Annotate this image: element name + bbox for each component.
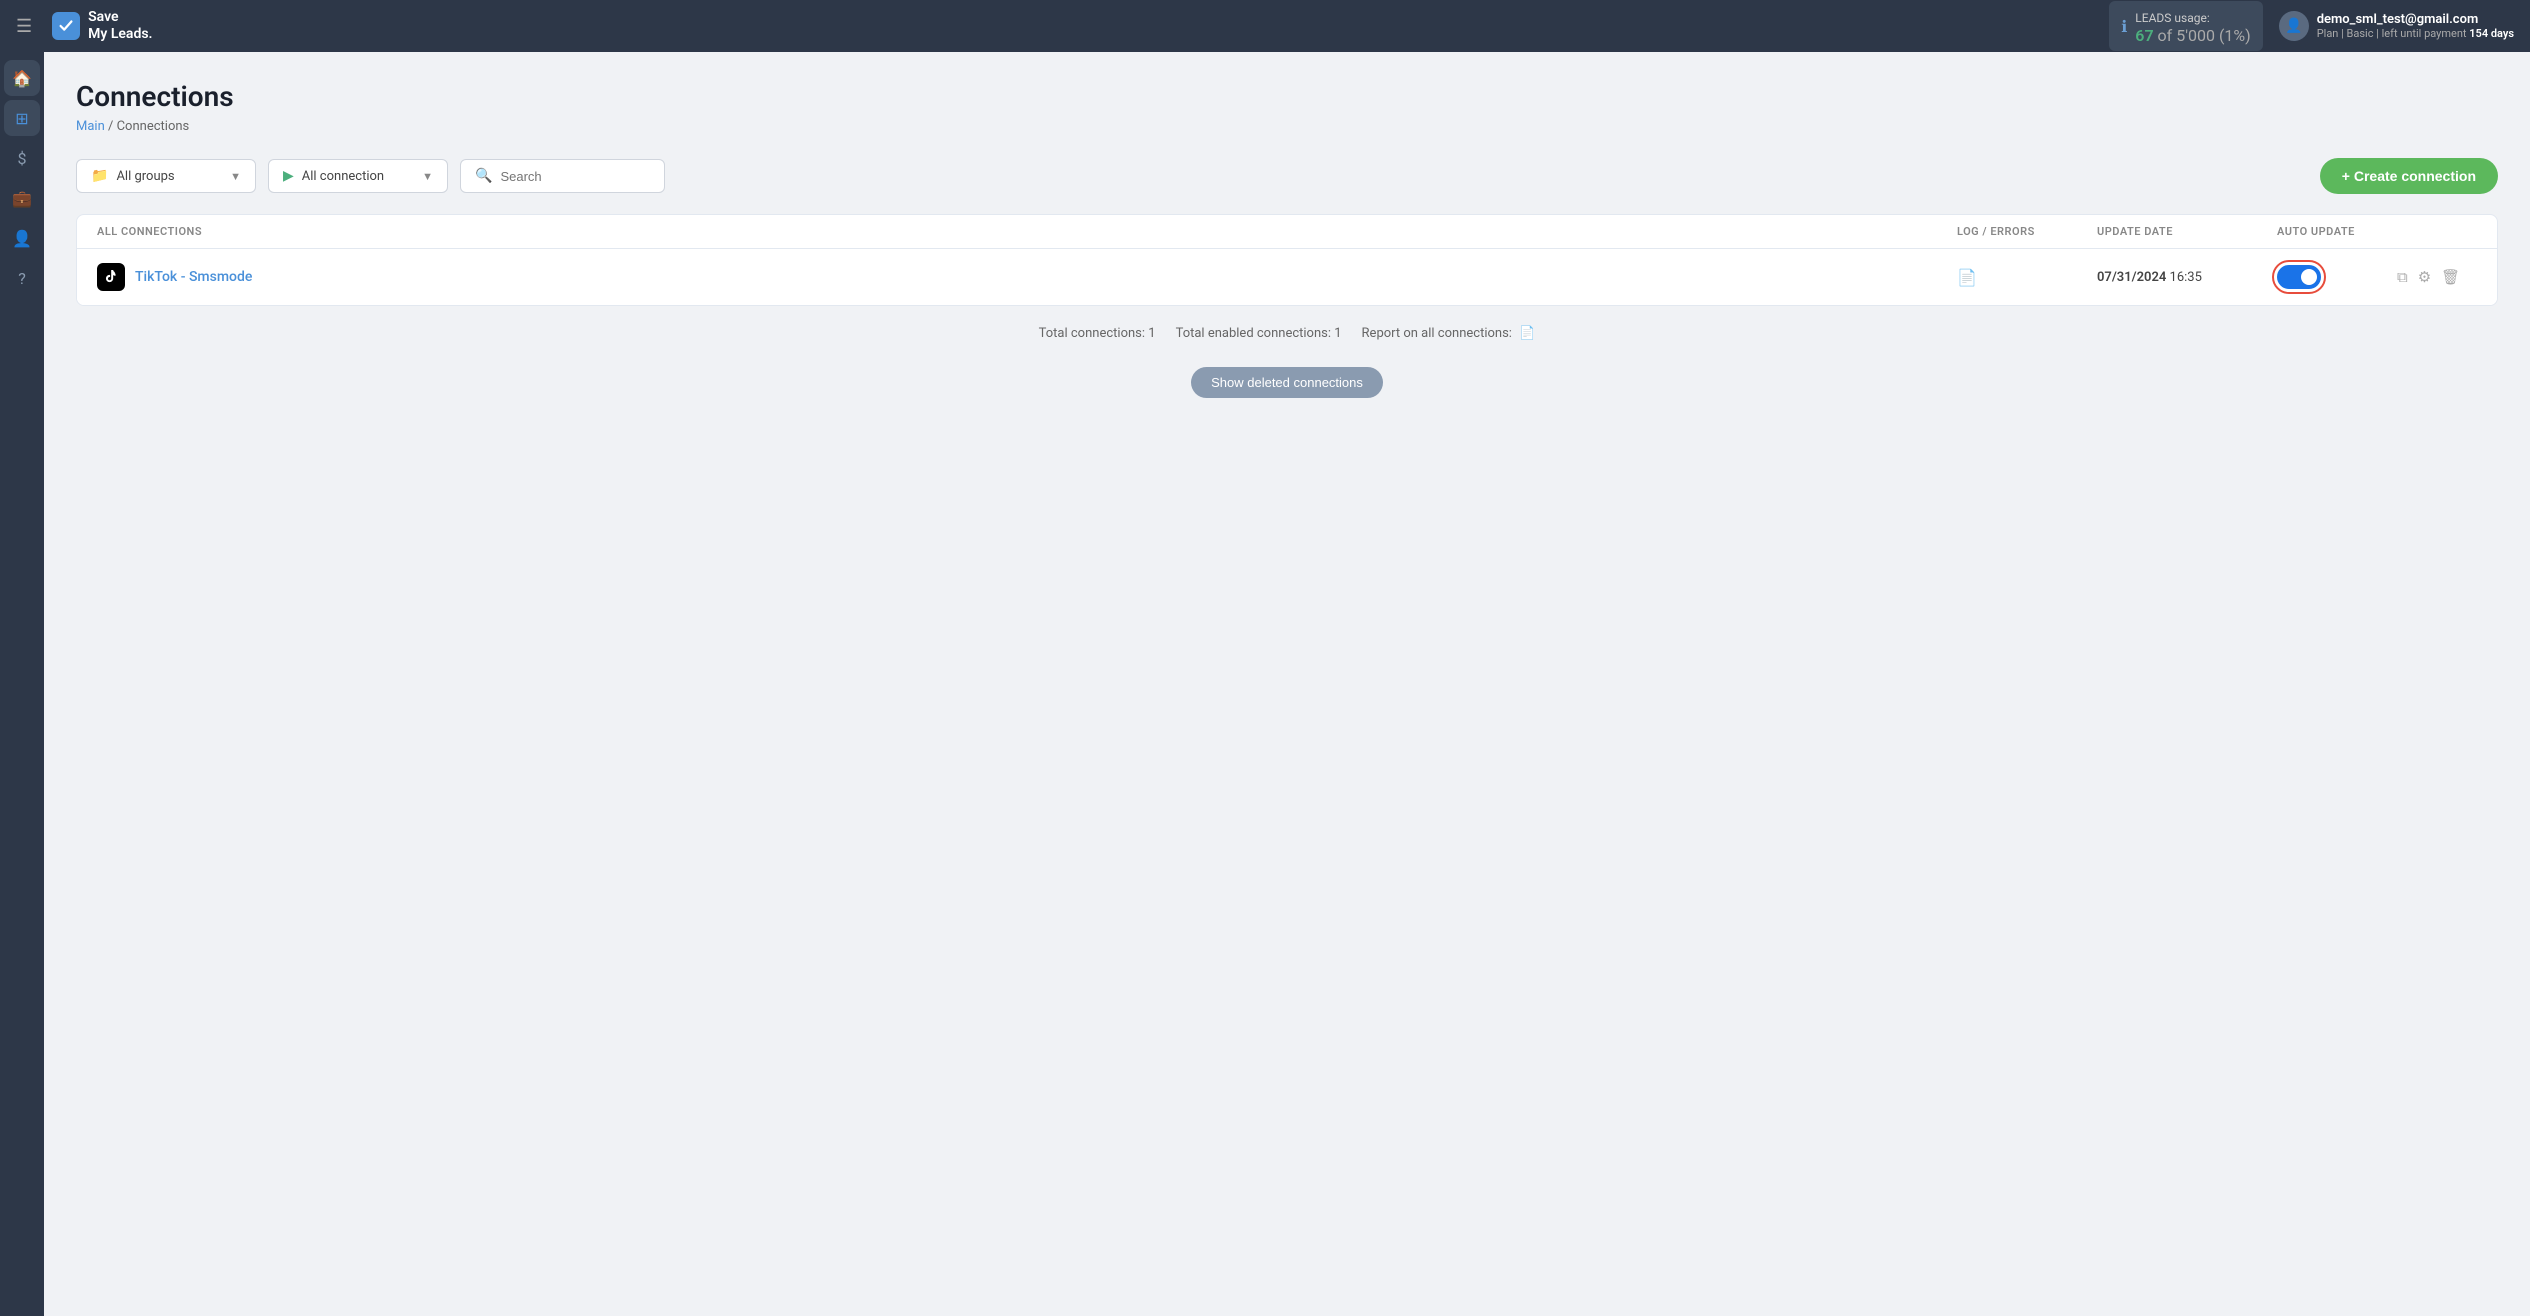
table-header: ALL CONNECTIONS LOG / ERRORS UPDATE DATE…	[77, 215, 2497, 249]
col-auto-update: AUTO UPDATE	[2277, 225, 2397, 238]
search-icon: 🔍	[475, 168, 492, 184]
connection-link[interactable]: TikTok - Smsmode	[135, 269, 252, 285]
table-row: TikTok - Smsmode 📄 07/31/2024 16:35 ⧉ ⚙ …	[77, 249, 2497, 305]
user-info: 👤 demo_sml_test@gmail.com Plan | Basic |…	[2279, 11, 2514, 41]
search-input[interactable]	[500, 169, 650, 184]
groups-label: All groups	[116, 169, 174, 184]
duplicate-icon[interactable]: ⧉	[2397, 268, 2408, 286]
log-doc-icon[interactable]: 📄	[1957, 268, 1977, 287]
logo-text: Save My Leads.	[88, 9, 152, 43]
chevron-down-icon: ▼	[230, 170, 241, 183]
tiktok-logo-icon	[102, 268, 120, 286]
toggle-knob	[2301, 269, 2317, 285]
groups-dropdown[interactable]: 📁 All groups ▼	[76, 159, 256, 193]
report-icon[interactable]: 📄	[1519, 326, 1535, 341]
info-icon: ℹ	[2121, 17, 2127, 36]
main-content: Connections Main / Connections 📁 All gro…	[44, 52, 2530, 1316]
footer-info: Total connections: 1 Total enabled conne…	[76, 306, 2498, 351]
report-label: Report on all connections: 📄	[1362, 326, 1536, 341]
sidebar-item-cases[interactable]: 💼	[4, 180, 40, 216]
col-log-errors: LOG / ERRORS	[1957, 225, 2097, 238]
breadcrumb-main[interactable]: Main	[76, 119, 105, 134]
user-avatar: 👤	[2279, 11, 2309, 41]
page-title: Connections	[76, 80, 2498, 113]
connection-name-cell: TikTok - Smsmode	[97, 263, 1957, 291]
log-errors-cell: 📄	[1957, 268, 2097, 287]
col-actions	[2397, 225, 2477, 238]
breadcrumb: Main / Connections	[76, 119, 2498, 134]
show-deleted-button[interactable]: Show deleted connections	[1191, 367, 1383, 398]
col-all-connections: ALL CONNECTIONS	[97, 225, 1957, 238]
sidebar-item-profile[interactable]: 👤	[4, 220, 40, 256]
topbar-left: ☰ Save My Leads.	[16, 9, 153, 43]
sidebar-item-home[interactable]: 🏠	[4, 60, 40, 96]
search-input-wrap[interactable]: 🔍	[460, 159, 665, 193]
auto-update-toggle[interactable]	[2277, 265, 2321, 289]
play-icon: ▶	[283, 168, 294, 184]
folder-icon: 📁	[91, 168, 108, 184]
auto-update-cell	[2277, 265, 2397, 289]
topbar-right: ℹ LEADS usage: 67 of 5'000 (1%) 👤 demo_s…	[2109, 1, 2514, 51]
create-connection-button[interactable]: + Create connection	[2320, 158, 2498, 194]
tiktok-icon	[97, 263, 125, 291]
sidebar-item-billing[interactable]: $	[4, 140, 40, 176]
total-enabled-connections: Total enabled connections: 1	[1176, 326, 1342, 341]
hamburger-menu[interactable]: ☰	[16, 16, 32, 37]
connection-filter-dropdown[interactable]: ▶ All connection ▼	[268, 159, 448, 193]
user-plan-text: Plan | Basic | left until payment 154 da…	[2317, 27, 2514, 40]
connection-filter-label: All connection	[302, 169, 384, 184]
sidebar-item-help[interactable]: ?	[4, 260, 40, 296]
chevron-down-icon-2: ▼	[422, 170, 433, 183]
topbar: ☰ Save My Leads. ℹ LEADS usage: 67 of 5'…	[0, 0, 2530, 52]
user-details: demo_sml_test@gmail.com Plan | Basic | l…	[2317, 12, 2514, 40]
total-connections: Total connections: 1	[1039, 326, 1156, 341]
logo: Save My Leads.	[52, 9, 152, 43]
col-update-date: UPDATE DATE	[2097, 225, 2277, 238]
checkmark-icon	[57, 17, 75, 35]
connections-table: ALL CONNECTIONS LOG / ERRORS UPDATE DATE…	[76, 214, 2498, 306]
leads-usage-text: LEADS usage: 67 of 5'000 (1%)	[2135, 7, 2250, 45]
toolbar: 📁 All groups ▼ ▶ All connection ▼ 🔍 + Cr…	[76, 158, 2498, 194]
delete-icon[interactable]: 🗑	[2441, 268, 2460, 286]
update-date-cell: 07/31/2024 16:35	[2097, 270, 2277, 285]
sidebar: 🏠 ⊞ $ 💼 👤 ?	[0, 52, 44, 1316]
settings-icon[interactable]: ⚙	[2418, 268, 2431, 286]
leads-usage: ℹ LEADS usage: 67 of 5'000 (1%)	[2109, 1, 2262, 51]
logo-icon	[52, 12, 80, 40]
action-icons-cell: ⧉ ⚙ 🗑	[2397, 268, 2477, 286]
sidebar-item-connections[interactable]: ⊞	[4, 100, 40, 136]
